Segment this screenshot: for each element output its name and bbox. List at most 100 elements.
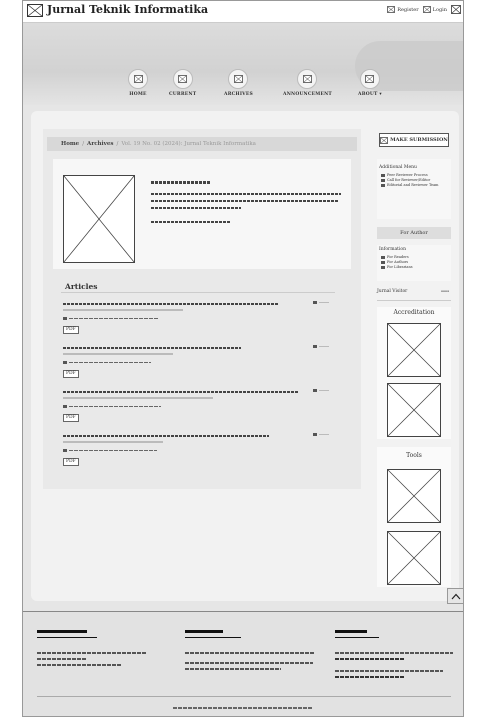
footer: [23, 611, 463, 716]
issue-summary: [53, 159, 351, 269]
login-link[interactable]: Login: [422, 6, 447, 13]
information-link-label: For Librarians: [387, 265, 413, 269]
nav-about-label: ABOUT ▾: [358, 92, 382, 97]
nav-announcement-label: ANNOUNCEMENT: [283, 92, 332, 97]
announcement-icon: [297, 69, 318, 89]
issue-cover-image[interactable]: [63, 175, 135, 263]
article-pages: [313, 433, 329, 436]
make-submission-button[interactable]: MAKE SUBMISSION: [379, 133, 449, 147]
articles-heading: Articles: [65, 282, 98, 291]
article-subtitle-line: [63, 441, 163, 443]
register-label: Register: [397, 6, 419, 13]
article-item: PDF: [61, 387, 335, 427]
information-link[interactable]: For Librarians: [381, 265, 451, 269]
link-bullet-icon: [381, 178, 385, 182]
information-link-label: For Readers: [387, 255, 409, 259]
home-icon: [128, 69, 148, 89]
footer-column-underline: [37, 637, 97, 638]
issue-title-line: [151, 181, 211, 184]
nav-home-label: HOME: [129, 92, 147, 97]
tool-logo-image[interactable]: [387, 531, 441, 585]
breadcrumb-current: Vol. 19 No. 02 (2024): Jurnal Teknik Inf…: [121, 141, 256, 147]
information-link[interactable]: For Readers: [381, 255, 451, 259]
user-actions: Register Login: [387, 5, 461, 14]
footer-link[interactable]: [335, 676, 405, 678]
additional-menu-link[interactable]: Call for Reviewer/Editor: [381, 178, 451, 182]
register-icon: [387, 6, 396, 13]
additional-menu-link-label: Peer Reviewer Process: [387, 173, 428, 177]
footer-column-underline: [335, 637, 379, 638]
footer-text-line: [37, 658, 87, 660]
accreditation-badge-image[interactable]: [387, 323, 441, 377]
article-item: PDF: [61, 343, 335, 383]
accreditation-panel: Accreditation: [377, 307, 451, 439]
about-icon: [359, 69, 380, 89]
back-to-top-button[interactable]: [447, 588, 463, 604]
visitor-title: Jurnal Visitor: [377, 289, 408, 294]
breadcrumb-separator: /: [82, 141, 85, 147]
link-bullet-icon: [381, 255, 385, 259]
footer-link[interactable]: [335, 658, 405, 660]
nav-archives[interactable]: ARCHIVES: [224, 69, 253, 97]
search-icon[interactable]: [451, 5, 461, 14]
article-authors: [63, 449, 157, 452]
issue-description-line: [151, 200, 339, 202]
accreditation-badge-image[interactable]: [387, 383, 441, 437]
additional-menu-panel: Additional Menu Peer Reviewer Process Ca…: [377, 159, 451, 219]
information-title: Information: [379, 247, 407, 252]
nav-announcement[interactable]: ANNOUNCEMENT: [283, 69, 332, 97]
article-title-link[interactable]: [63, 347, 241, 349]
article-subtitle-line: [63, 397, 213, 399]
article-title-link[interactable]: [63, 391, 299, 393]
logo-icon[interactable]: [27, 4, 43, 17]
site-title[interactable]: Jurnal Teknik Informatika: [47, 3, 208, 16]
pdf-button[interactable]: PDF: [63, 458, 79, 466]
footer-text-line: [185, 652, 315, 654]
article-item: PDF: [61, 299, 335, 339]
article-authors: [63, 405, 161, 408]
make-submission-label: MAKE SUBMISSION: [390, 137, 448, 143]
divider: [377, 300, 451, 301]
link-bullet-icon: [381, 183, 385, 187]
information-link-label: For Authors: [387, 260, 409, 264]
footer-column-heading: [37, 630, 87, 633]
additional-menu-link[interactable]: Peer Reviewer Process: [381, 173, 451, 177]
divider: [61, 292, 335, 293]
issue-description-line: [151, 207, 241, 209]
breadcrumb-home[interactable]: Home: [61, 141, 79, 147]
breadcrumb: Home / Archives / Vol. 19 No. 02 (2024): Jur…: [47, 137, 357, 151]
footer-text-line: [37, 664, 121, 666]
tools-panel: Tools: [377, 447, 451, 587]
visitor-counter: Jurnal Visitor ▪▪▪▪: [377, 289, 451, 294]
footer-text-line: [335, 652, 453, 654]
footer-column-heading: [335, 630, 367, 633]
tool-logo-image[interactable]: [387, 469, 441, 523]
content-container: Home / Archives / Vol. 19 No. 02 (2024): Jur…: [31, 111, 459, 601]
footer-text-line: [37, 652, 147, 654]
article-pages: [313, 345, 329, 348]
additional-menu-link-label: Editorial and Reviewer Team: [387, 183, 439, 187]
tools-title: Tools: [406, 452, 422, 459]
link-bullet-icon: [381, 260, 385, 264]
article-subtitle-line: [63, 353, 173, 355]
article-title-link[interactable]: [63, 303, 278, 305]
pdf-button[interactable]: PDF: [63, 414, 79, 422]
nav-home[interactable]: HOME: [128, 69, 148, 97]
nav-current[interactable]: CURRENT: [169, 69, 196, 97]
article-authors: [63, 317, 159, 320]
additional-menu-link[interactable]: Editorial and Reviewer Team: [381, 183, 451, 187]
main-content: Home / Archives / Vol. 19 No. 02 (2024): Jur…: [43, 129, 361, 489]
chevron-up-icon: [451, 593, 461, 599]
information-link[interactable]: For Authors: [381, 260, 451, 264]
pdf-button[interactable]: PDF: [63, 326, 79, 334]
register-link[interactable]: Register: [387, 6, 419, 13]
browser-frame: Jurnal Teknik Informatika Register Login…: [22, 0, 464, 717]
pdf-button[interactable]: PDF: [63, 370, 79, 378]
article-title-link[interactable]: [63, 435, 269, 437]
breadcrumb-archives[interactable]: Archives: [87, 141, 113, 147]
for-author-header[interactable]: For Author: [377, 227, 451, 239]
nav-about[interactable]: ABOUT ▾: [358, 69, 382, 97]
visitor-count: ▪▪▪▪: [440, 289, 449, 293]
login-icon: [422, 6, 431, 13]
link-bullet-icon: [381, 173, 385, 177]
